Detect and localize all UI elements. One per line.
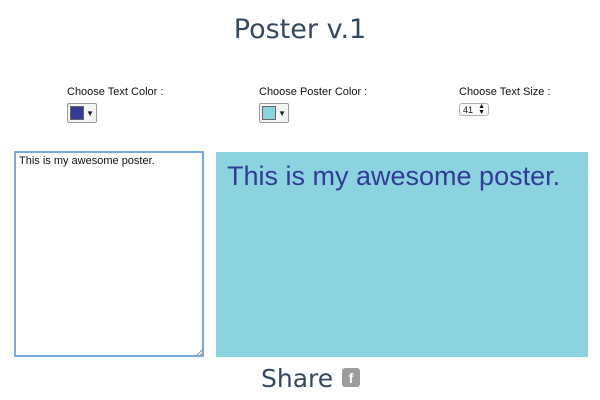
share-label: Share xyxy=(261,364,334,393)
poster-preview: This is my awesome poster. xyxy=(216,152,588,357)
text-size-stepper[interactable]: 41 ▲ ▼ xyxy=(459,103,489,116)
text-size-label: Choose Text Size : xyxy=(459,86,551,98)
text-color-control: Choose Text Color : ▼ xyxy=(67,86,163,123)
poster-color-swatch xyxy=(262,106,277,120)
poster-text-input[interactable]: This is my awesome poster. xyxy=(14,151,204,357)
resize-handle-icon[interactable] xyxy=(196,349,203,356)
facebook-icon: f xyxy=(348,370,354,386)
page-title: Poster v.1 xyxy=(233,14,367,45)
facebook-share-button[interactable]: f xyxy=(342,368,360,387)
poster-text: This is my awesome poster. xyxy=(227,161,561,191)
text-color-swatch xyxy=(70,106,85,120)
stepper-down-icon[interactable]: ▼ xyxy=(478,109,485,116)
dropdown-arrow-icon: ▼ xyxy=(278,108,286,118)
dropdown-arrow-icon: ▼ xyxy=(86,108,94,118)
poster-color-picker[interactable]: ▼ xyxy=(259,103,289,123)
text-color-label: Choose Text Color : xyxy=(67,86,164,98)
stepper-arrows-icon[interactable]: ▲ ▼ xyxy=(478,103,485,116)
text-size-control: Choose Text Size : 41 ▲ ▼ xyxy=(459,86,551,116)
text-color-picker[interactable]: ▼ xyxy=(67,103,97,123)
poster-color-label: Choose Poster Color : xyxy=(259,86,368,98)
text-size-value: 41 xyxy=(463,104,474,115)
poster-color-control: Choose Poster Color : ▼ xyxy=(259,86,367,123)
